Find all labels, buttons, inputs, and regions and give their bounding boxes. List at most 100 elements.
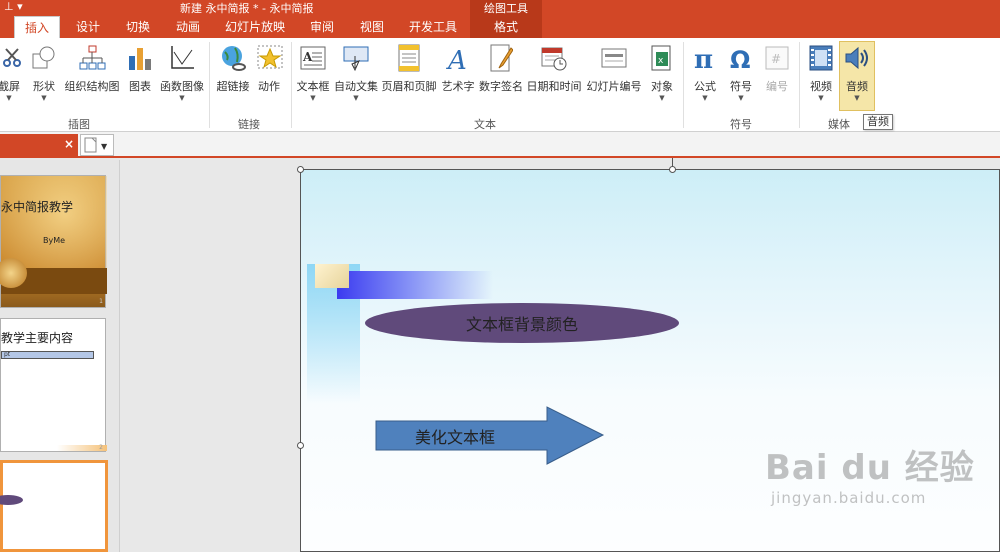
autotext-button[interactable]: 自动文集 ▼: [332, 42, 380, 102]
shapes-label: 形状: [33, 80, 55, 93]
object-icon: x: [646, 42, 678, 74]
slide-number-button[interactable]: 幻灯片编号: [584, 42, 644, 94]
thumbnail-number: 2: [99, 444, 103, 451]
audio-button[interactable]: 音频 ▼: [839, 41, 875, 111]
video-button[interactable]: 视频 ▼: [804, 42, 838, 102]
textbox-button[interactable]: A 文本框 ▼: [294, 42, 332, 102]
autotext-label: 自动文集: [334, 80, 378, 93]
datetime-button[interactable]: 日期和时间: [526, 42, 582, 94]
screenshot-button[interactable]: 截屏 ▼: [0, 42, 22, 102]
ribbon-tab-bar: 插入 设计 切换 动画 幻灯片放映 审阅 视图 开发工具 格式: [0, 16, 1000, 38]
tab-design[interactable]: 设计: [66, 16, 110, 38]
speaker-icon: [841, 42, 873, 74]
group-label-symbols: 符号: [730, 118, 752, 131]
tab-developer[interactable]: 开发工具: [402, 16, 464, 38]
slide-number-icon: [598, 42, 630, 74]
tab-animations[interactable]: 动画: [166, 16, 210, 38]
thumbnail-background: [1, 176, 107, 268]
resize-handle[interactable]: [297, 442, 304, 449]
wordart-label: 艺术字: [441, 80, 475, 93]
svg-text:A: A: [446, 46, 467, 72]
org-chart-icon: [76, 42, 108, 74]
dropdown-arrow-icon: ▼: [179, 94, 185, 102]
new-document-button[interactable]: ▼: [80, 134, 114, 156]
rotation-handle-line: [672, 158, 673, 167]
object-button[interactable]: x 对象 ▼: [646, 42, 678, 102]
hyperlink-button[interactable]: 超链接: [214, 42, 252, 94]
tab-slideshow[interactable]: 幻灯片放映: [222, 16, 288, 38]
audio-tooltip: 音频: [863, 114, 893, 130]
chart-button[interactable]: 图表: [124, 42, 156, 94]
ellipse-text: 文本框背景颜色: [465, 315, 578, 334]
tab-insert[interactable]: 插入: [14, 16, 60, 38]
tab-transitions[interactable]: 切换: [116, 16, 160, 38]
decorative-horizontal-gradient: [337, 271, 493, 299]
audio-label: 音频: [846, 80, 868, 93]
tab-view[interactable]: 视图: [350, 16, 394, 38]
bar-chart-icon: [124, 42, 156, 74]
digital-signature-button[interactable]: 数字签名: [478, 42, 524, 94]
thumbnail-ellipse: [0, 495, 23, 505]
function-image-button[interactable]: 函数图像 ▼: [158, 42, 206, 102]
video-label: 视频: [810, 80, 832, 93]
document-tab-strip: × ▼: [0, 132, 1000, 158]
symbol-label: 符号: [730, 80, 752, 93]
document-tab[interactable]: ×: [0, 134, 78, 156]
dropdown-arrow-icon: ▼: [310, 94, 316, 102]
object-label: 对象: [651, 80, 673, 93]
chart-label: 图表: [129, 80, 151, 93]
context-tab-group-label: 绘图工具: [470, 0, 542, 16]
film-icon: [805, 42, 837, 74]
slide-thumbnail-1[interactable]: 永中简报教学 ByMe 1: [0, 175, 107, 308]
slide-thumbnail-3-selected[interactable]: [0, 460, 108, 552]
textbox-label: 文本框: [296, 80, 330, 93]
ribbon: 截屏 ▼ 形状 ▼ 组织结构图 图表 函数图像 ▼ 插图 超链接 动作 链接 A…: [0, 38, 1000, 132]
header-footer-label: 页眉和页脚: [381, 80, 437, 93]
ellipse-textbox[interactable]: 文本框背景颜色: [365, 303, 679, 343]
smartart-label: 组织结构图: [64, 80, 120, 93]
dropdown-arrow-icon: ▼: [818, 94, 824, 102]
equation-label: 公式: [694, 80, 716, 93]
arrow-text: 美化文本框: [415, 428, 496, 447]
numbering-button[interactable]: # 编号: [760, 42, 794, 94]
shapes-icon: [28, 42, 60, 74]
shapes-button[interactable]: 形状 ▼: [28, 42, 60, 102]
svg-text:▼: ▼: [101, 142, 108, 151]
numbering-icon: #: [761, 42, 793, 74]
thumbnail-bar: pt: [1, 351, 94, 359]
new-document-icon: ▼: [84, 137, 108, 153]
current-slide[interactable]: 文本框背景颜色 美化文本框 Bai du 经验 jingyan.baidu.co…: [300, 169, 1000, 552]
action-label: 动作: [258, 80, 280, 93]
datetime-label: 日期和时间: [526, 80, 582, 93]
slide-thumbnail-panel: 永中简报教学 ByMe 1 教学主要内容 pt 2: [0, 160, 120, 552]
slide-thumbnail-2[interactable]: 教学主要内容 pt 2: [0, 318, 107, 452]
resize-handle[interactable]: [669, 166, 676, 173]
textbox-icon: A: [297, 42, 329, 74]
group-separator: [291, 42, 292, 128]
thumbnail-number: 1: [99, 298, 103, 305]
svg-text:A: A: [302, 50, 313, 64]
omega-icon: Ω: [725, 42, 757, 74]
symbol-button[interactable]: Ω 符号 ▼: [724, 42, 758, 102]
dropdown-arrow-icon: ▼: [6, 94, 12, 102]
action-button[interactable]: 动作: [254, 42, 284, 94]
resize-handle[interactable]: [297, 166, 304, 173]
thumbnail-title: 永中简报教学: [1, 200, 74, 214]
wordart-button[interactable]: A 艺术字: [438, 42, 478, 94]
quick-access-toolbar[interactable]: ⊥ ▾: [4, 0, 23, 13]
thumbnail-title: 教学主要内容: [1, 331, 74, 345]
dropdown-arrow-icon: ▼: [702, 94, 708, 102]
close-icon[interactable]: ×: [64, 137, 74, 151]
watermark-brand: Bai du 经验: [765, 448, 975, 488]
slide-number-label: 幻灯片编号: [586, 80, 642, 93]
svg-text:π: π: [694, 45, 713, 72]
function-image-label: 函数图像: [160, 80, 204, 93]
smartart-button[interactable]: 组织结构图: [62, 42, 122, 94]
tab-review[interactable]: 审阅: [300, 16, 344, 38]
wordart-icon: A: [442, 42, 474, 74]
group-label-media: 媒体: [828, 118, 850, 131]
group-label-links: 链接: [238, 118, 260, 131]
tab-format[interactable]: 格式: [470, 16, 542, 38]
equation-button[interactable]: π 公式 ▼: [688, 42, 722, 102]
header-footer-button[interactable]: 页眉和页脚: [380, 42, 438, 94]
